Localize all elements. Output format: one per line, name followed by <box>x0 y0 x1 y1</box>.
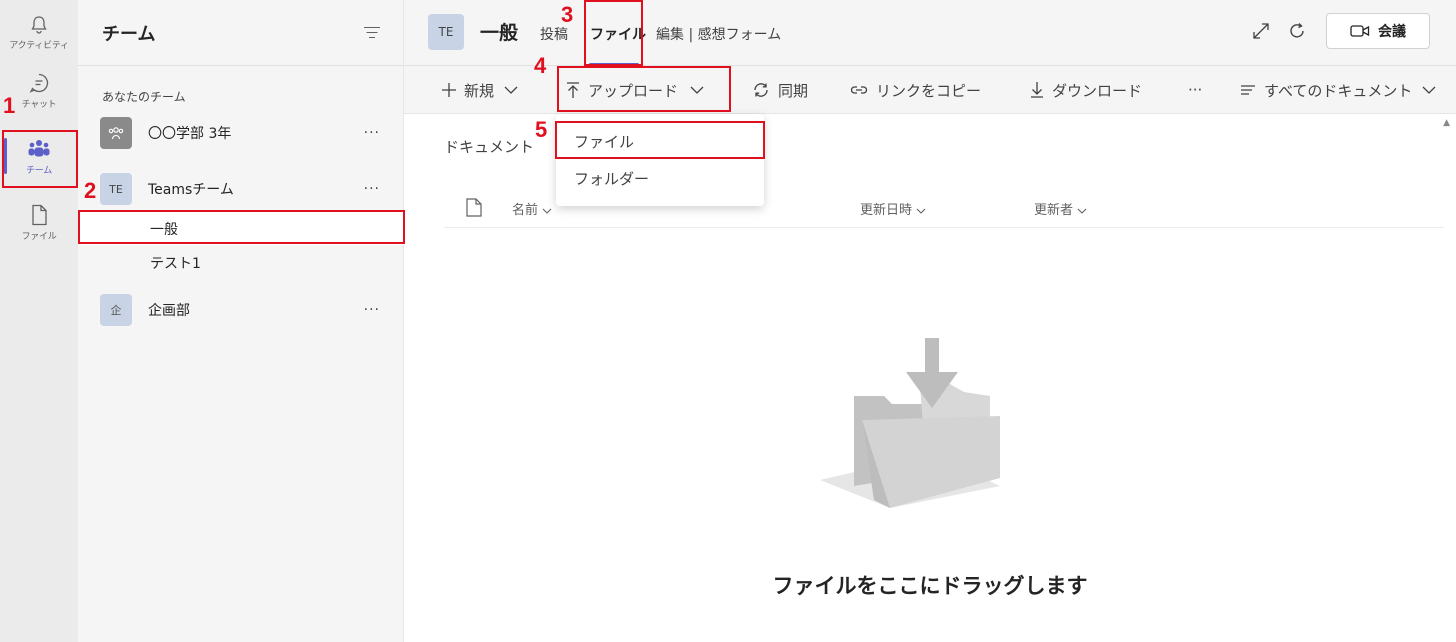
teams-window: アクティビティ チャット チーム ファイル チーム あなたのチーム 〇〇学部 3… <box>0 0 1456 642</box>
rail-activity[interactable]: アクティビティ <box>0 4 78 62</box>
chevron-down-icon <box>504 86 518 94</box>
column-modified[interactable]: 更新日時 <box>860 199 926 218</box>
panel-title: チーム <box>102 23 156 45</box>
annotation-box-3 <box>584 0 643 66</box>
empty-state-message: ファイルをここにドラッグします <box>772 574 1088 598</box>
view-selector[interactable]: すべてのドキュメント <box>1240 66 1444 114</box>
meet-button[interactable]: 会議 <box>1326 13 1430 49</box>
tab-form[interactable]: 編集 | 感想フォーム <box>656 24 781 44</box>
filter-icon[interactable] <box>363 26 381 40</box>
annotation-box-5 <box>555 121 765 159</box>
annotation-number-3: 3 <box>561 2 574 27</box>
new-button[interactable]: 新規 <box>442 66 526 114</box>
more-options-icon[interactable]: ··· <box>364 181 380 197</box>
bell-icon <box>31 16 47 34</box>
menu-item-folder[interactable]: フォルダー <box>556 160 764 196</box>
channel-title: 一般 <box>480 22 519 44</box>
link-icon <box>850 86 868 94</box>
video-camera-icon <box>1350 25 1370 37</box>
team-row-gakubu[interactable]: 〇〇学部 3年 ··· <box>100 116 390 150</box>
team-avatar <box>100 117 132 149</box>
rail-chat-label: チャット <box>21 100 57 110</box>
chevron-down-icon <box>1422 86 1436 94</box>
plus-icon <box>442 83 456 97</box>
annotation-box-1 <box>2 130 78 188</box>
list-header-divider <box>444 227 1444 228</box>
column-modified-by[interactable]: 更新者 <box>1034 199 1087 218</box>
more-actions-button[interactable]: ··· <box>1188 66 1202 114</box>
team-avatar: 企 <box>100 294 132 326</box>
file-icon <box>32 204 47 226</box>
sync-label: 同期 <box>778 81 809 100</box>
team-name: 〇〇学部 3年 <box>148 126 232 142</box>
more-actions-icon: ··· <box>1188 81 1203 99</box>
copy-link-label: リンクをコピー <box>876 81 982 100</box>
rail-files[interactable]: ファイル <box>0 194 78 252</box>
team-avatar: TE <box>100 173 132 205</box>
chat-icon <box>29 73 49 93</box>
team-group-icon <box>108 127 124 140</box>
download-icon <box>1031 82 1043 98</box>
chevron-down-icon <box>916 208 926 214</box>
annotation-number-5: 5 <box>535 117 548 142</box>
annotation-box-4 <box>557 66 731 112</box>
team-row-kikaku[interactable]: 企 企画部 ··· <box>100 293 390 327</box>
view-label: すべてのドキュメント <box>1264 81 1413 100</box>
refresh-icon[interactable] <box>1286 20 1308 42</box>
meet-button-label: 会議 <box>1378 24 1406 40</box>
annotation-box-2 <box>78 210 405 244</box>
list-view-icon <box>1241 85 1255 95</box>
column-name-label: 名前 <box>512 203 539 218</box>
channel-item-test1[interactable]: テスト1 <box>150 253 201 273</box>
more-options-icon[interactable]: ··· <box>364 302 380 318</box>
rail-files-label: ファイル <box>21 232 57 242</box>
more-options-icon[interactable]: ··· <box>364 125 380 141</box>
download-label: ダウンロード <box>1052 81 1143 100</box>
annotation-number-4: 4 <box>534 53 547 78</box>
new-label: 新規 <box>464 81 495 100</box>
rail-activity-label: アクティビティ <box>9 41 69 51</box>
sync-button[interactable]: 同期 <box>752 66 808 114</box>
team-row-teams[interactable]: TE Teamsチーム ··· <box>100 172 390 206</box>
sync-icon <box>754 83 768 97</box>
annotation-number-1: 1 <box>3 93 16 118</box>
teams-panel: チーム あなたのチーム 〇〇学部 3年 ··· TE Teamsチーム ··· … <box>78 0 404 642</box>
chevron-down-icon <box>1077 208 1087 214</box>
copy-link-button[interactable]: リンクをコピー <box>850 66 981 114</box>
team-name: 企画部 <box>148 303 190 319</box>
download-button[interactable]: ダウンロード <box>1030 66 1142 114</box>
expand-icon[interactable] <box>1250 20 1272 42</box>
section-label: あなたのチーム <box>102 90 186 104</box>
channel-avatar: TE <box>428 14 464 50</box>
annotation-number-2: 2 <box>84 178 97 203</box>
column-modified-by-label: 更新者 <box>1034 203 1074 218</box>
chevron-down-icon <box>542 208 552 214</box>
panel-header: チーム <box>78 0 403 66</box>
column-modified-label: 更新日時 <box>860 203 913 218</box>
column-name[interactable]: 名前 <box>512 199 552 218</box>
breadcrumb[interactable]: ドキュメント <box>444 136 534 157</box>
scroll-up-icon[interactable]: ▲ <box>1443 118 1450 128</box>
team-name: Teamsチーム <box>148 182 234 198</box>
empty-folder-icon <box>820 338 1000 508</box>
file-type-icon <box>466 198 482 217</box>
